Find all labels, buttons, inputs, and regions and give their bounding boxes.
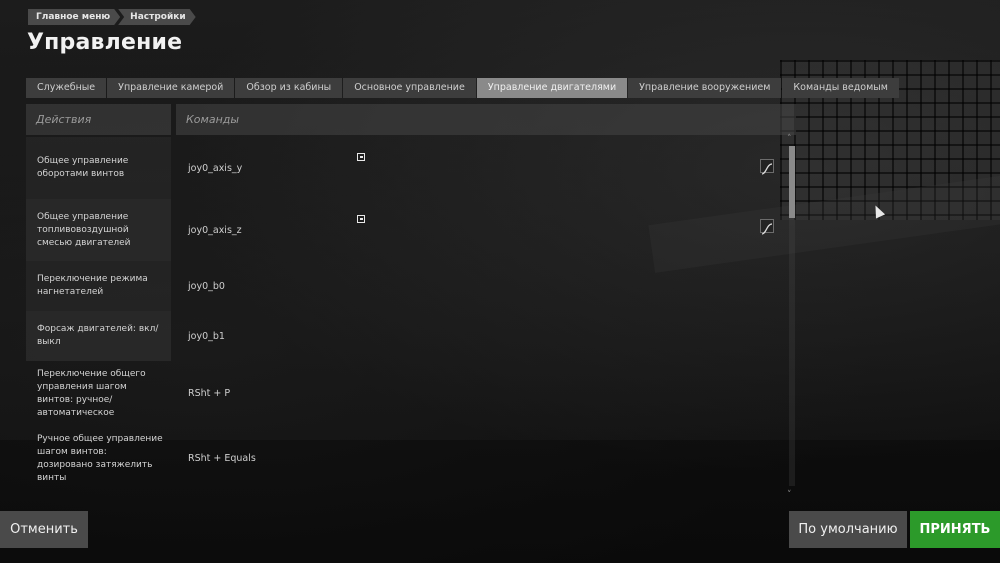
scrollbar-thumb[interactable] [789,146,795,218]
column-header-commands: Команды [176,104,796,135]
curve-settings-icon[interactable] [760,219,774,235]
command-binding[interactable]: joy0_axis_z [188,199,242,261]
command-binding[interactable]: RSht + Equals [188,426,256,491]
tab-3[interactable]: Обзор из кабины [235,78,343,98]
tab-5[interactable]: Управление двигателями [476,78,628,98]
tab-4[interactable]: Основное управление [343,78,476,98]
table-row[interactable]: Переключение режима нагнетателей joy0_b0 [26,261,796,311]
breadcrumb-settings[interactable]: Настройки [118,9,196,25]
table-row[interactable]: Переключение общего управления шагом вин… [26,361,796,426]
tab-6[interactable]: Управление вооружением [628,78,782,98]
tab-1[interactable]: Служебные [26,78,107,98]
tab-bar: Служебные Управление камерой Обзор из каби… [26,78,900,98]
cancel-button[interactable]: Отменить [0,511,88,548]
action-label: Ручное общее управление [26,491,171,504]
scroll-down-icon[interactable]: ˅ [787,490,792,500]
table-row[interactable]: Форсаж двигателей: вкл/выкл joy0_b1 [26,311,796,361]
action-label: Переключение общего управления шагом вин… [37,368,146,418]
command-binding[interactable]: joy0_b0 [188,261,225,311]
action-label: Общее управление оборотами винтов [26,137,171,199]
action-label: Форсаж двигателей: вкл/выкл [26,311,171,361]
controls-table: Действия Команды Общее управление оборот… [26,104,796,504]
tab-7[interactable]: Команды ведомым [782,78,899,98]
table-row[interactable]: Общее управление топливовоздушной смесью… [26,199,796,261]
accept-button[interactable]: ПРИНЯТЬ [910,511,1000,548]
tab-2[interactable]: Управление камерой [107,78,235,98]
action-label: Переключение режима нагнетателей [26,261,171,311]
command-binding[interactable]: joy0_axis_y [188,137,242,199]
column-header-actions: Действия [26,104,171,135]
scroll-up-icon[interactable]: ˄ [787,134,792,144]
gamepad-g-icon[interactable] [357,153,365,161]
table-row[interactable]: Общее управление оборотами винтов joy0_ax… [26,137,796,199]
gamepad-g-icon[interactable] [357,215,365,223]
command-binding[interactable]: RSht + P [188,361,230,426]
breadcrumb-main-menu[interactable]: Главное меню [28,9,120,25]
controls-rows: Общее управление оборотами винтов joy0_ax… [26,137,796,504]
curve-settings-icon[interactable] [760,159,774,175]
action-label: Общее управление топливовоздушной смесью… [26,199,171,261]
defaults-button[interactable]: По умолчанию [789,511,907,548]
breadcrumb: Главное меню Настройки [28,9,194,25]
action-label: Ручное общее управление шагом винтов: до… [37,433,163,483]
command-binding[interactable]: joy0_b1 [188,311,225,361]
table-row[interactable]: Ручное общее управление [26,491,796,504]
table-row[interactable]: Ручное общее управление шагом винтов: до… [26,426,796,491]
page-title: Управление [27,30,183,55]
